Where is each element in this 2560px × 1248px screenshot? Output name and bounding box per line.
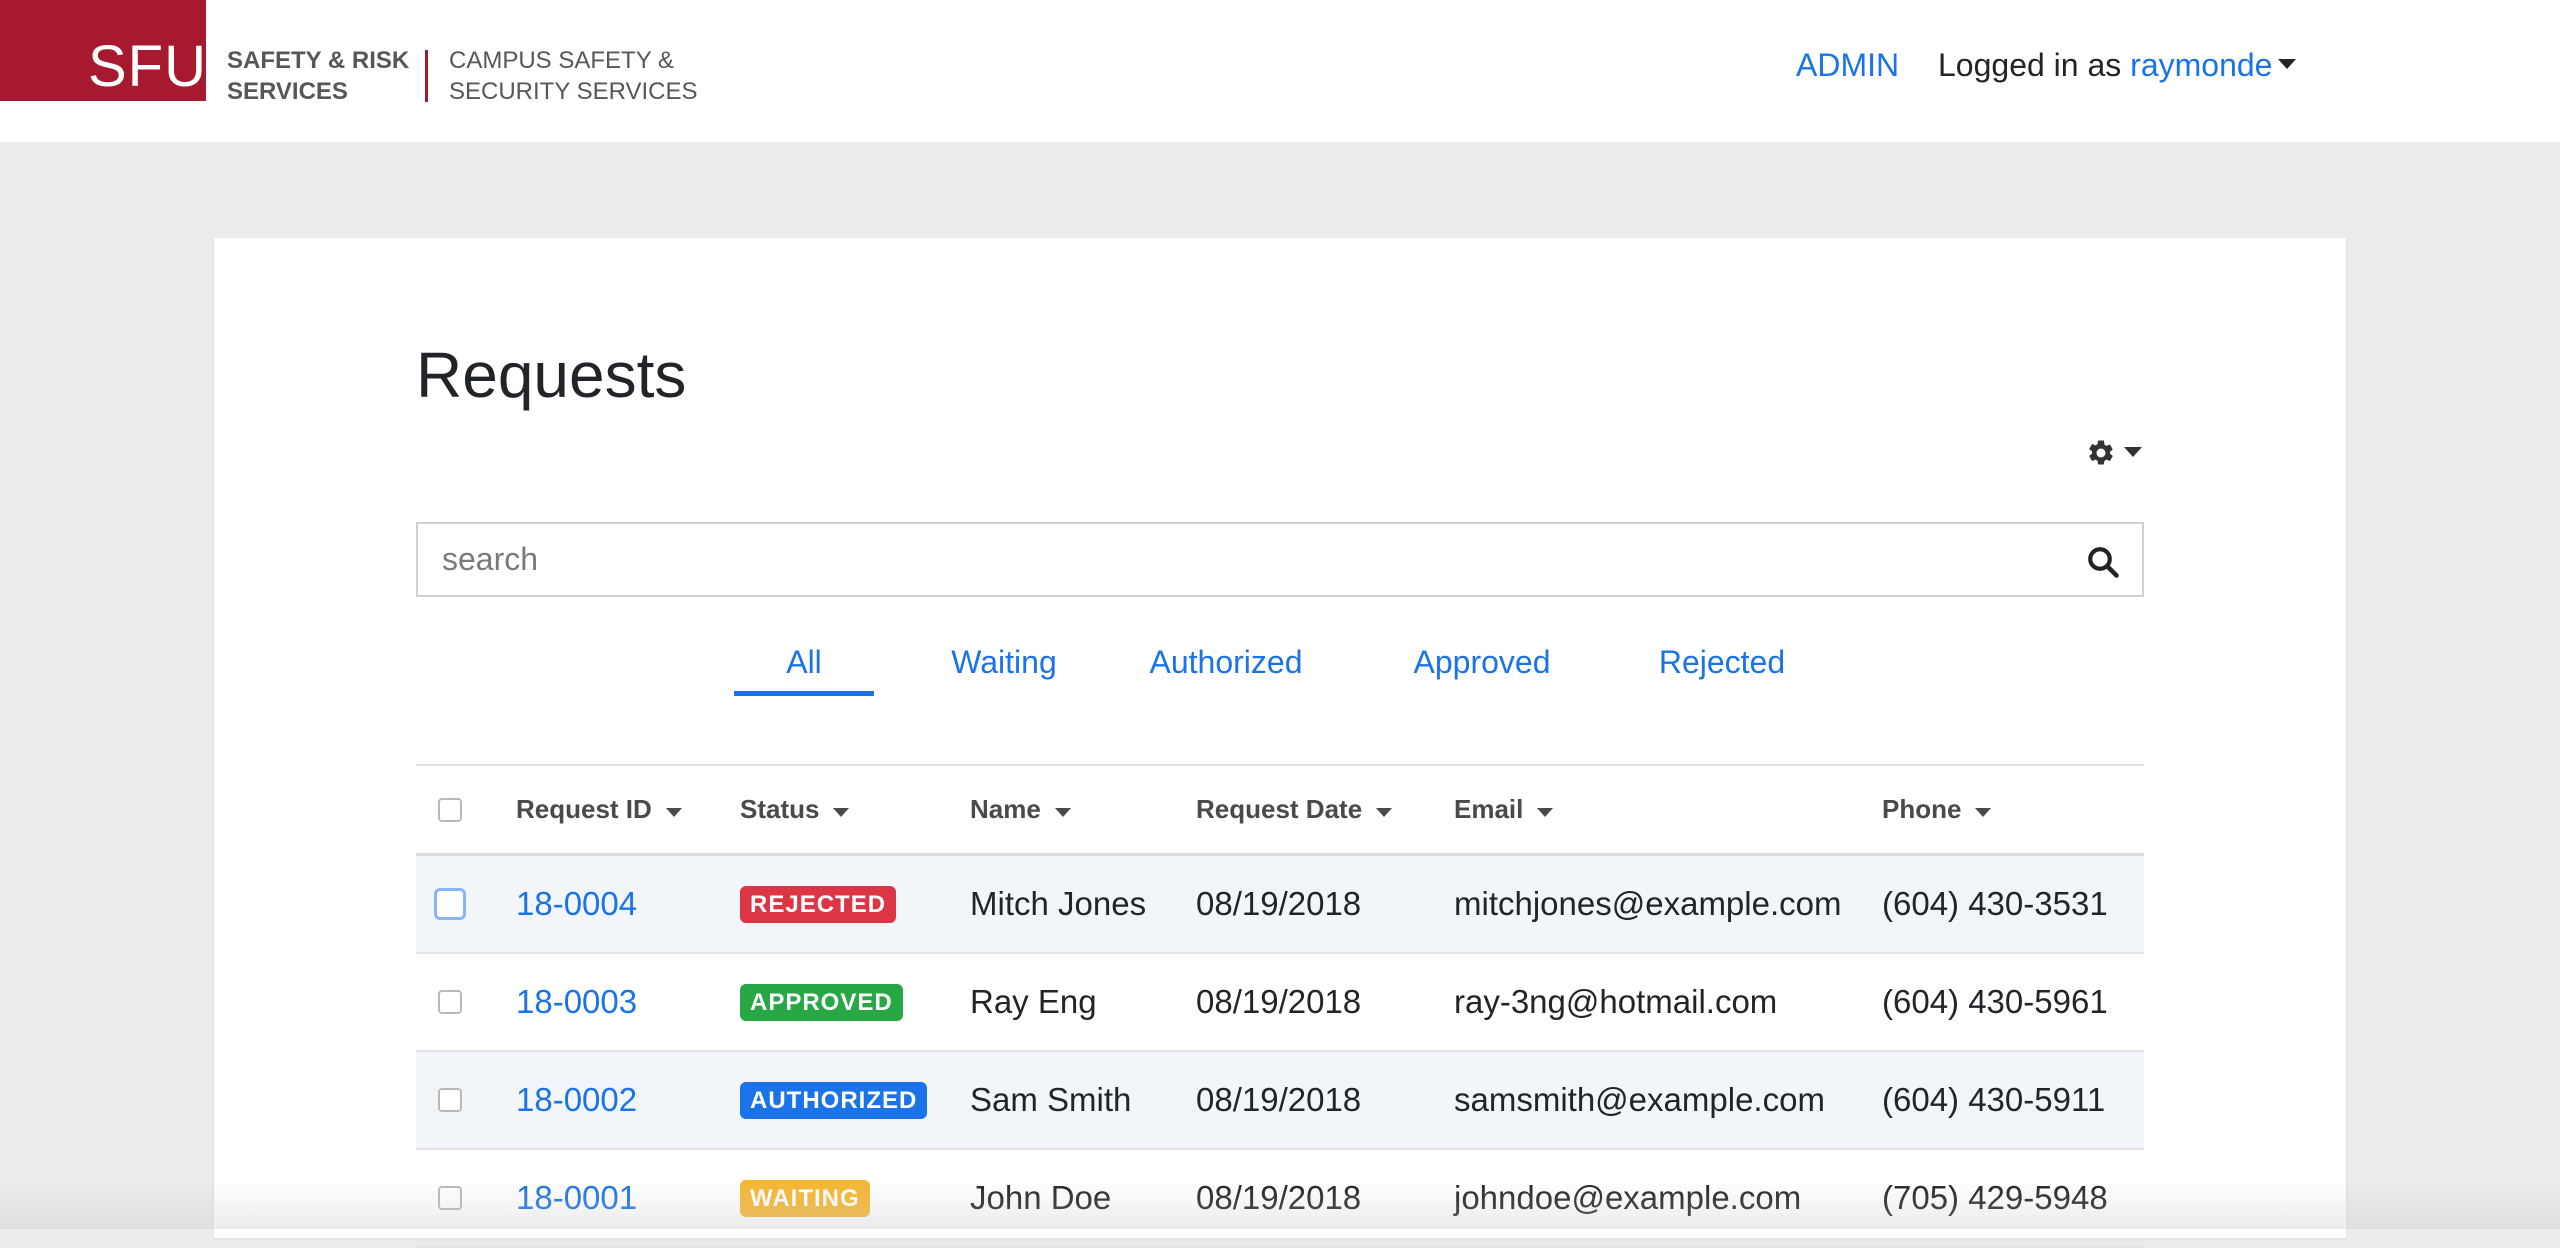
sort-caret-icon[interactable] [1376,808,1393,817]
org-name-primary: SAFETY & RISK SERVICES [227,45,409,107]
date-cell: 08/19/2018 [1196,1081,1362,1118]
tab-all[interactable]: All [734,638,874,696]
phone-cell: (705) 429-5948 [1882,1179,2108,1216]
tab-waiting[interactable]: Waiting [914,638,1094,696]
date-cell: 08/19/2018 [1196,885,1362,922]
requests-table: Request ID Status Name Request Date Emai… [416,764,2144,1248]
status-badge: REJECTED [740,885,897,923]
select-all-cell [438,766,462,853]
username-link[interactable]: raymonde [2130,47,2272,83]
sort-caret-icon[interactable] [665,808,682,817]
search-box [416,522,2144,597]
request-id-link[interactable]: 18-0002 [516,1052,637,1148]
search-icon[interactable] [2085,544,2121,580]
email-cell: mitchjones@example.com [1454,885,1842,922]
name-cell: Sam Smith [970,1081,1132,1118]
column-header-label: Phone [1882,794,1962,824]
email-cell: ray-3ng@hotmail.com [1454,983,1778,1020]
status-cell: WAITING [740,1150,870,1246]
table-row[interactable]: 18-0002 AUTHORIZED Sam Smith 08/19/2018 … [416,1052,2144,1150]
column-header-label: Request ID [516,794,652,824]
email-cell: johndoe@example.com [1454,1179,1802,1216]
sort-caret-icon[interactable] [1054,808,1071,817]
phone-cell: (604) 430-5961 [1882,983,2108,1020]
row-select-cell [438,1150,462,1246]
column-header-name[interactable]: Name [970,766,1071,853]
org-secondary-line-2: SECURITY SERVICES [449,78,698,105]
row-checkbox[interactable] [438,1186,462,1210]
user-menu[interactable]: Logged in as raymonde [1938,45,2297,85]
org-name-secondary: CAMPUS SAFETY & SECURITY SERVICES [449,45,698,107]
phone-cell: (604) 430-3531 [1882,885,2108,922]
column-header-request-date[interactable]: Request Date [1196,766,1393,853]
row-checkbox[interactable] [438,990,462,1014]
status-badge: AUTHORIZED [740,1081,928,1119]
org-divider [425,50,428,102]
admin-link[interactable]: ADMIN [1796,45,1899,85]
tab-rejected[interactable]: Rejected [1632,638,1812,696]
status-cell: APPROVED [740,954,903,1050]
search-input[interactable] [418,524,2058,595]
sort-caret-icon[interactable] [833,808,850,817]
row-checkbox[interactable] [434,888,466,920]
name-cell: John Doe [970,1179,1112,1216]
select-all-checkbox[interactable] [438,797,462,822]
tab-approved[interactable]: Approved [1382,638,1582,696]
sort-caret-icon[interactable] [1537,808,1554,817]
phone-cell: (604) 430-5911 [1882,1081,2106,1118]
chevron-down-icon[interactable] [2124,447,2142,457]
logo-text: SFU [88,34,207,99]
status-cell: AUTHORIZED [740,1052,928,1148]
status-cell: REJECTED [740,856,897,952]
column-header-phone[interactable]: Phone [1882,766,1992,853]
table-row[interactable]: 18-0004 REJECTED Mitch Jones 08/19/2018 … [416,856,2144,954]
status-badge: APPROVED [740,983,903,1021]
name-cell: Mitch Jones [970,885,1147,922]
email-cell: samsmith@example.com [1454,1081,1825,1118]
row-select-cell [438,954,462,1050]
date-cell: 08/19/2018 [1196,1179,1362,1216]
row-select-cell [438,1052,462,1148]
column-header-label: Name [970,794,1041,824]
request-id-link[interactable]: 18-0001 [516,1150,637,1246]
top-navbar: SFU SAFETY & RISK SERVICES CAMPUS SAFETY… [0,0,2560,142]
org-primary-line-1: SAFETY & RISK [227,47,410,74]
gear-icon[interactable] [2086,438,2116,468]
org-primary-line-2: SERVICES [227,78,348,105]
column-header-label: Request Date [1196,794,1363,824]
column-header-status[interactable]: Status [740,766,850,853]
row-checkbox[interactable] [438,1088,462,1112]
settings-dropdown[interactable] [2086,434,2146,470]
page-title: Requests [416,339,687,411]
chevron-down-icon[interactable] [2278,58,2297,69]
name-cell: Ray Eng [970,983,1097,1020]
date-cell: 08/19/2018 [1196,983,1362,1020]
table-row[interactable]: 18-0001 WAITING John Doe 08/19/2018 john… [416,1150,2144,1248]
column-header-request-id[interactable]: Request ID [516,766,682,853]
column-header-label: Email [1454,794,1524,824]
request-id-link[interactable]: 18-0003 [516,954,637,1050]
sort-caret-icon[interactable] [1975,808,1992,817]
status-tabs: All Waiting Authorized Approved Rejected [214,638,2346,696]
column-header-email[interactable]: Email [1454,766,1554,853]
table-header-row: Request ID Status Name Request Date Emai… [416,766,2144,856]
column-header-label: Status [740,794,820,824]
row-select-cell [434,856,466,952]
tab-authorized[interactable]: Authorized [1126,638,1326,696]
requests-card: Requests All Waiting Authorized Approved… [214,238,2346,1248]
org-secondary-line-1: CAMPUS SAFETY & [449,47,674,74]
sfu-logo[interactable]: SFU [0,0,206,101]
logged-in-label: Logged in as [1938,47,2131,83]
table-row[interactable]: 18-0003 APPROVED Ray Eng 08/19/2018 ray-… [416,954,2144,1052]
status-badge: WAITING [740,1179,870,1217]
request-id-link[interactable]: 18-0004 [516,856,637,952]
